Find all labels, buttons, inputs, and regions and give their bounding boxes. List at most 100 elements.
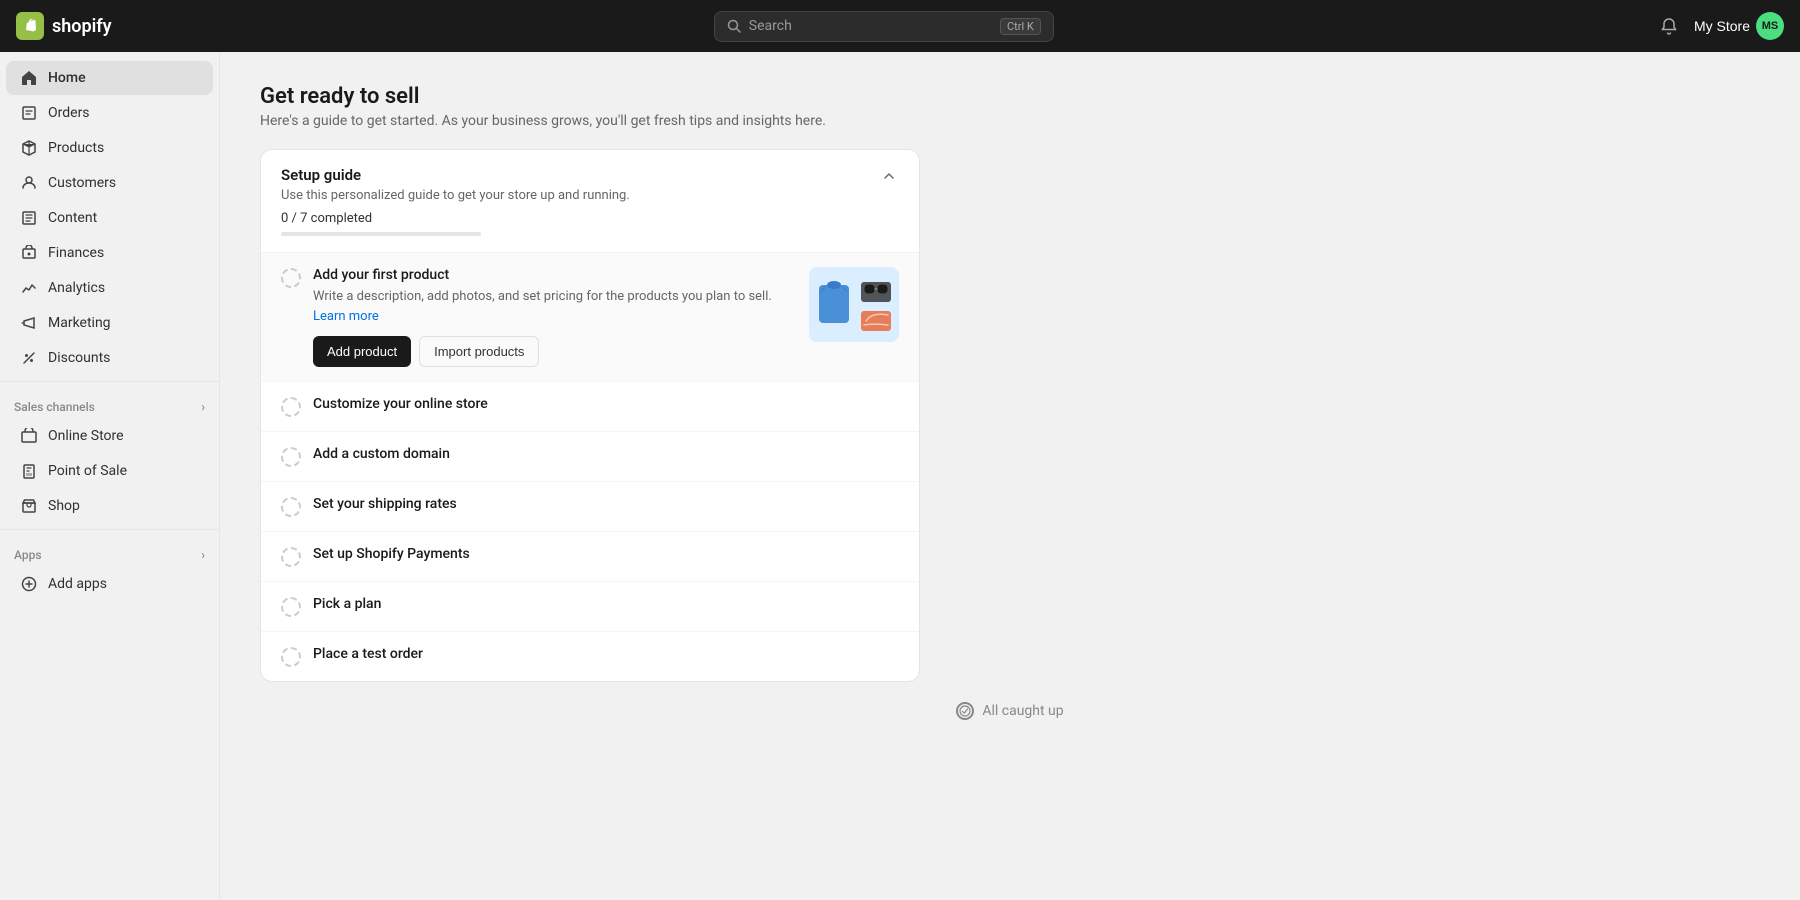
caught-up-icon (956, 702, 974, 720)
task-checkbox-add-product[interactable] (281, 268, 301, 288)
pos-icon (20, 462, 38, 480)
task-content-custom-domain: Add a custom domain (313, 446, 899, 462)
all-caught-up-section: All caught up (260, 682, 1760, 740)
bell-icon (1660, 17, 1678, 35)
check-circle-icon (959, 705, 971, 717)
sidebar-item-discounts-label: Discounts (48, 350, 110, 366)
collapse-button[interactable] (879, 166, 899, 186)
task-item-shopify-payments[interactable]: Set up Shopify Payments (261, 532, 919, 582)
sidebar-item-pos-label: Point of Sale (48, 463, 127, 479)
task-title-custom-domain: Add a custom domain (313, 446, 899, 462)
sidebar-item-discounts[interactable]: Discounts (6, 341, 213, 375)
sidebar-divider-1 (0, 381, 219, 382)
sidebar-item-products-label: Products (48, 140, 104, 156)
search-shortcut: Ctrl K (1000, 18, 1041, 35)
task-item-add-product[interactable]: Add your first product Write a descripti… (261, 253, 919, 382)
sidebar-item-online-store[interactable]: Online Store (6, 419, 213, 453)
setup-guide-description: Use this personalized guide to get your … (281, 188, 630, 203)
sales-channels-expand-icon[interactable]: › (201, 400, 205, 414)
sidebar-item-analytics[interactable]: Analytics (6, 271, 213, 305)
task-learn-more-link[interactable]: Learn more (313, 309, 379, 324)
task-title-shipping-rates: Set your shipping rates (313, 496, 899, 512)
marketing-icon (20, 314, 38, 332)
main-content: Get ready to sell Here's a guide to get … (220, 52, 1800, 900)
add-apps-icon (20, 575, 38, 593)
discounts-icon (20, 349, 38, 367)
sidebar-item-point-of-sale[interactable]: Point of Sale (6, 454, 213, 488)
setup-guide-header-content: Setup guide Use this personalized guide … (281, 166, 630, 236)
task-content-shopify-payments: Set up Shopify Payments (313, 546, 899, 562)
top-navigation: shopify Search Ctrl K My Store MS (0, 0, 1800, 52)
task-checkbox-shopify-payments[interactable] (281, 547, 301, 567)
add-product-button[interactable]: Add product (313, 336, 411, 367)
sidebar-item-customers[interactable]: Customers (6, 166, 213, 200)
sidebar-item-orders[interactable]: Orders (6, 96, 213, 130)
logo-text: shopify (52, 16, 112, 37)
task-item-custom-domain[interactable]: Add a custom domain (261, 432, 919, 482)
orders-icon (20, 104, 38, 122)
notifications-button[interactable] (1656, 13, 1682, 39)
task-title-pick-plan: Pick a plan (313, 596, 899, 612)
home-icon (20, 69, 38, 87)
sidebar-item-content[interactable]: Content (6, 201, 213, 235)
task-checkbox-pick-plan[interactable] (281, 597, 301, 617)
task-content-pick-plan: Pick a plan (313, 596, 899, 612)
sidebar-item-add-apps-label: Add apps (48, 576, 107, 592)
page-title: Get ready to sell (260, 84, 1760, 109)
sidebar-item-products[interactable]: Products (6, 131, 213, 165)
shopify-logo[interactable]: shopify (16, 12, 112, 40)
chevron-up-icon (881, 168, 897, 184)
task-title-add-product: Add your first product (313, 267, 797, 283)
task-product-image (809, 267, 899, 342)
progress-bar-container (281, 232, 481, 236)
task-item-pick-plan[interactable]: Pick a plan (261, 582, 919, 632)
apps-expand-icon[interactable]: › (201, 548, 205, 562)
sidebar: Home Orders Products Customers Content (0, 52, 220, 900)
task-item-shipping-rates[interactable]: Set your shipping rates (261, 482, 919, 532)
search-bar[interactable]: Search Ctrl K (714, 11, 1054, 42)
sidebar-item-marketing-label: Marketing (48, 315, 111, 331)
task-checkbox-shipping-rates[interactable] (281, 497, 301, 517)
sidebar-item-home[interactable]: Home (6, 61, 213, 95)
sidebar-item-content-label: Content (48, 210, 97, 226)
search-placeholder: Search (749, 18, 992, 34)
task-checkbox-custom-domain[interactable] (281, 447, 301, 467)
topnav-right-actions: My Store MS (1656, 12, 1784, 40)
task-desc-add-product: Write a description, add photos, and set… (313, 287, 797, 326)
shop-icon (20, 497, 38, 515)
task-content-test-order: Place a test order (313, 646, 899, 662)
task-title-test-order: Place a test order (313, 646, 899, 662)
task-content-shipping-rates: Set your shipping rates (313, 496, 899, 512)
sidebar-item-shop[interactable]: Shop (6, 489, 213, 523)
page-subtitle: Here's a guide to get started. As your b… (260, 113, 1760, 129)
analytics-icon (20, 279, 38, 297)
all-caught-up-label: All caught up (982, 703, 1063, 719)
task-title-customize-store: Customize your online store (313, 396, 899, 412)
sidebar-item-marketing[interactable]: Marketing (6, 306, 213, 340)
sidebar-item-finances-label: Finances (48, 245, 104, 261)
task-checkbox-test-order[interactable] (281, 647, 301, 667)
task-content-add-product: Add your first product Write a descripti… (313, 267, 797, 367)
sidebar-item-analytics-label: Analytics (48, 280, 105, 296)
task-item-test-order[interactable]: Place a test order (261, 632, 919, 681)
progress-text: 0 / 7 completed (281, 211, 630, 226)
import-products-button[interactable]: Import products (419, 336, 539, 367)
task-item-customize-store[interactable]: Customize your online store (261, 382, 919, 432)
online-store-icon (20, 427, 38, 445)
task-content-customize-store: Customize your online store (313, 396, 899, 412)
sales-channels-section: Sales channels › (0, 388, 219, 418)
search-icon (727, 19, 741, 33)
sidebar-item-orders-label: Orders (48, 105, 90, 121)
customers-icon (20, 174, 38, 192)
task-title-shopify-payments: Set up Shopify Payments (313, 546, 899, 562)
setup-guide-card: Setup guide Use this personalized guide … (260, 149, 920, 682)
apps-section: Apps › (0, 536, 219, 566)
products-icon (20, 139, 38, 157)
sidebar-item-customers-label: Customers (48, 175, 116, 191)
sidebar-item-add-apps[interactable]: Add apps (6, 567, 213, 601)
sidebar-item-finances[interactable]: Finances (6, 236, 213, 270)
task-checkbox-customize-store[interactable] (281, 397, 301, 417)
setup-guide-header: Setup guide Use this personalized guide … (261, 150, 919, 253)
store-menu-button[interactable]: My Store MS (1694, 12, 1784, 40)
store-name: My Store (1694, 18, 1750, 34)
